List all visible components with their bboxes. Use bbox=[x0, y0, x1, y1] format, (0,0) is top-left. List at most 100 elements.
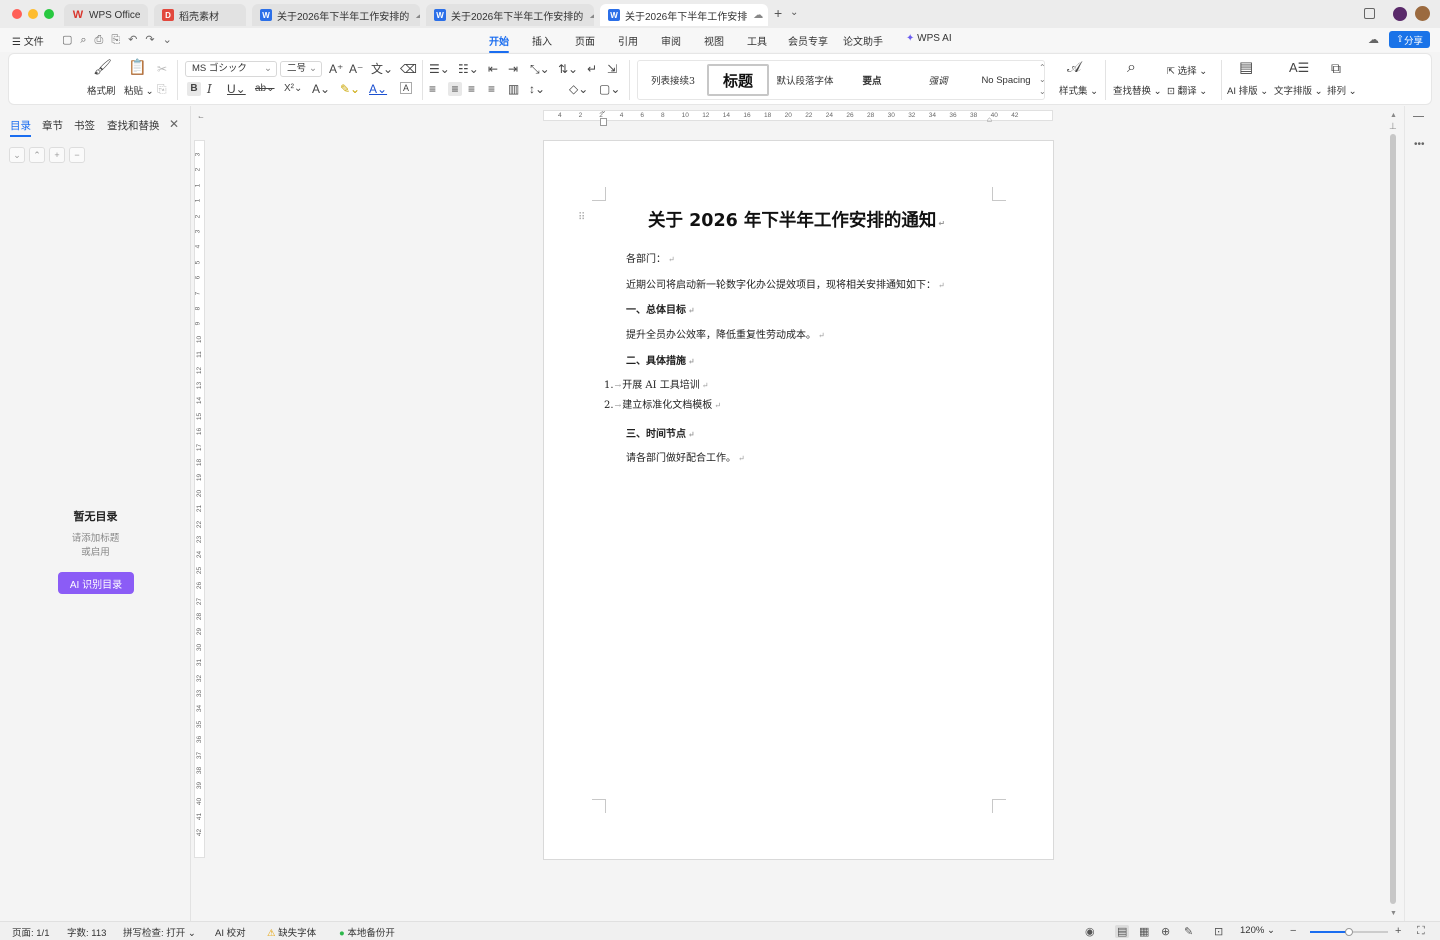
font-color-icon[interactable]: A⌄ bbox=[369, 82, 387, 96]
close-pane-icon[interactable]: ✕ bbox=[169, 117, 179, 131]
increase-indent-icon[interactable]: ⇥ bbox=[508, 62, 518, 76]
tab-insert[interactable]: 插入 bbox=[532, 33, 552, 48]
quick-access-toolbar[interactable]: ▢⌕⎙⎘↶↷⌄ bbox=[62, 33, 180, 47]
new-tab-button[interactable]: + bbox=[774, 5, 782, 21]
ruler-toggle-icon[interactable]: ⊥ bbox=[1389, 121, 1397, 132]
restore-window-icon[interactable] bbox=[1364, 8, 1375, 19]
tab-view[interactable]: 视图 bbox=[704, 33, 724, 48]
italic-icon[interactable]: I bbox=[207, 82, 212, 96]
text-effect-icon[interactable]: A⌄ bbox=[312, 82, 330, 96]
doc-paragraph[interactable]: 提升全员办公效率，降低重复性劳动成本。 ↵ bbox=[626, 326, 825, 341]
more-options-icon[interactable]: ••• bbox=[1414, 139, 1425, 150]
zoom-slider-thumb[interactable] bbox=[1345, 928, 1353, 936]
tab-document-active[interactable]: W 关于2026年下半年工作安排 ☁ ✕ bbox=[600, 4, 768, 26]
translate-button[interactable]: ⊡ 翻译 ⌄ bbox=[1167, 83, 1207, 97]
search-icon[interactable]: ⌕ bbox=[1127, 60, 1136, 76]
justify-icon[interactable]: ≡ bbox=[488, 82, 495, 96]
char-border-icon[interactable]: A bbox=[400, 82, 412, 94]
minimize-pane-icon[interactable] bbox=[1413, 116, 1424, 117]
doc-paragraph[interactable]: 近期公司将启动新一轮数字化办公提效项目，现将相关安排通知如下： ↵ bbox=[626, 276, 945, 291]
scroll-up-icon[interactable]: ▲ bbox=[1390, 112, 1397, 119]
text-layout-button[interactable]: 文字排版 ⌄ bbox=[1274, 83, 1323, 97]
tab-document-1[interactable]: W 关于2026年下半年工作安排的 ☁ bbox=[252, 4, 420, 26]
ai-layout-button[interactable]: AI 排版 ⌄ bbox=[1227, 83, 1268, 97]
tab-member[interactable]: 会员专享 bbox=[788, 33, 828, 48]
tab-tools[interactable]: 工具 bbox=[747, 33, 767, 48]
tab-reference[interactable]: 引用 bbox=[618, 33, 638, 48]
add-icon[interactable]: + bbox=[49, 147, 65, 163]
align-left-icon[interactable]: ≡ bbox=[429, 82, 436, 96]
left-indent-marker[interactable] bbox=[600, 118, 607, 126]
zoom-level[interactable]: 120% ⌄ bbox=[1240, 925, 1275, 936]
tab-document-2[interactable]: W 关于2026年下半年工作安排的 ☁ bbox=[426, 4, 594, 26]
drag-handle-icon[interactable]: ⠿ bbox=[578, 212, 585, 223]
bullet-list-icon[interactable]: ☰⌄ bbox=[429, 62, 450, 76]
tab-page[interactable]: 页面 bbox=[575, 33, 595, 48]
edit-mode-icon[interactable]: ✎ bbox=[1184, 925, 1193, 938]
tab-wps-office[interactable]: W WPS Office bbox=[64, 4, 148, 26]
cloud-sync-icon[interactable]: ☁ bbox=[1368, 33, 1379, 46]
superscript-icon[interactable]: X²⌄ bbox=[284, 82, 302, 96]
notification-icon[interactable] bbox=[1393, 7, 1407, 21]
format-painter-button[interactable]: 格式刷 bbox=[87, 83, 116, 97]
shrink-font-icon[interactable]: A⁻ bbox=[349, 62, 363, 76]
fit-page-icon[interactable]: ⊡ bbox=[1214, 925, 1223, 938]
spell-check-toggle[interactable]: 拼写检查: 打开 ⌄ bbox=[123, 925, 196, 939]
tab-chapters[interactable]: 章节 bbox=[42, 118, 63, 133]
zoom-in-icon[interactable]: + bbox=[1395, 925, 1401, 937]
fullscreen-icon[interactable]: ⛶ bbox=[1417, 925, 1425, 938]
document-title[interactable]: 关于 2026 年下半年工作安排的通知 ↵ bbox=[648, 207, 945, 232]
tab-start[interactable]: 开始 bbox=[489, 33, 509, 53]
zoom-out-icon[interactable]: − bbox=[1290, 925, 1296, 937]
file-menu[interactable]: ☰ 文件 bbox=[12, 33, 44, 48]
grow-font-icon[interactable]: A⁺ bbox=[329, 62, 343, 76]
page-view-icon[interactable]: ▤ bbox=[1115, 925, 1130, 938]
missing-font-button[interactable]: ⚠ 缺失字体 bbox=[267, 925, 316, 939]
show-marks-icon[interactable]: ↵ bbox=[587, 62, 597, 76]
style-default-paragraph-font[interactable]: 默认段落字体 bbox=[773, 64, 837, 96]
zoom-window-button[interactable] bbox=[44, 9, 54, 19]
numbered-list-icon[interactable]: ☷⌄ bbox=[458, 62, 479, 76]
tab-toc[interactable]: 目录 bbox=[10, 118, 31, 137]
phonetic-icon[interactable]: 文⌄ bbox=[371, 62, 393, 76]
font-name-select[interactable]: MS ゴシック ⌄ bbox=[185, 61, 277, 77]
share-button[interactable]: ⇪ 分享 bbox=[1389, 31, 1430, 48]
doc-heading[interactable]: 一、总体目标 ↵ bbox=[626, 301, 695, 316]
minimize-window-button[interactable] bbox=[28, 9, 38, 19]
cut-icon[interactable]: ✂ bbox=[157, 62, 167, 76]
bold-icon[interactable]: B bbox=[187, 82, 201, 96]
strikethrough-icon[interactable]: ab⌄ bbox=[255, 82, 275, 96]
text-layout-icon[interactable]: A☰ bbox=[1289, 61, 1309, 75]
collapse-icon[interactable]: ⌄ bbox=[9, 147, 25, 163]
doc-heading[interactable]: 三、时间节点 ↵ bbox=[626, 425, 695, 440]
scroll-down-icon[interactable]: ▼ bbox=[1390, 910, 1397, 917]
ai-toc-button[interactable]: AI 识别目录 bbox=[58, 572, 134, 594]
tab-list-button[interactable]: ⌄ bbox=[790, 7, 798, 18]
doc-heading[interactable]: 二、具体措施 ↵ bbox=[626, 352, 695, 367]
expand-icon[interactable]: ⌃ bbox=[29, 147, 45, 163]
line-break-icon[interactable]: ⇲ bbox=[607, 62, 617, 76]
close-window-button[interactable] bbox=[12, 9, 22, 19]
doc-salutation[interactable]: 各部门： ↵ bbox=[626, 250, 675, 265]
text-direction-icon[interactable]: ⤡⌄ bbox=[530, 62, 550, 76]
document-page[interactable] bbox=[543, 140, 1054, 860]
ai-layout-icon[interactable]: ▤ bbox=[1239, 60, 1253, 75]
gallery-scroll-icon[interactable]: ⌃ ⌄ ⌄ bbox=[1039, 62, 1046, 98]
indent-marker-icon[interactable]: ⌄ bbox=[600, 106, 607, 115]
web-view-icon[interactable]: ⊕ bbox=[1161, 925, 1170, 938]
font-size-select[interactable]: 二号 ⌄ bbox=[280, 61, 322, 77]
highlight-icon[interactable]: ✎⌄ bbox=[340, 82, 360, 96]
style-no-spacing[interactable]: No Spacing bbox=[973, 64, 1039, 96]
line-spacing-icon[interactable]: ↕⌄ bbox=[529, 82, 545, 96]
style-key-point[interactable]: 要点 bbox=[841, 64, 903, 96]
border-icon[interactable]: ▢⌄ bbox=[599, 82, 620, 96]
avatar[interactable] bbox=[1415, 6, 1430, 21]
find-replace-button[interactable]: 查找替换 ⌄ bbox=[1113, 83, 1162, 97]
doc-list-item[interactable]: 1.→开展 AI 工具培训 ↵ bbox=[604, 376, 708, 391]
format-painter-icon[interactable]: 🖌 bbox=[93, 60, 112, 75]
style-heading[interactable]: 标题 bbox=[707, 64, 769, 96]
remove-icon[interactable]: − bbox=[69, 147, 85, 163]
tab-bookmarks[interactable]: 书签 bbox=[74, 118, 95, 133]
tab-wps-ai[interactable]: ✦ WPS AI bbox=[906, 33, 952, 44]
vertical-ruler[interactable]: 3 2 1 1 2 3 4 5 6 7 8 9 10 11 12 13 14 15 16 17 18 19 20 21 22 23… bbox=[194, 140, 205, 858]
